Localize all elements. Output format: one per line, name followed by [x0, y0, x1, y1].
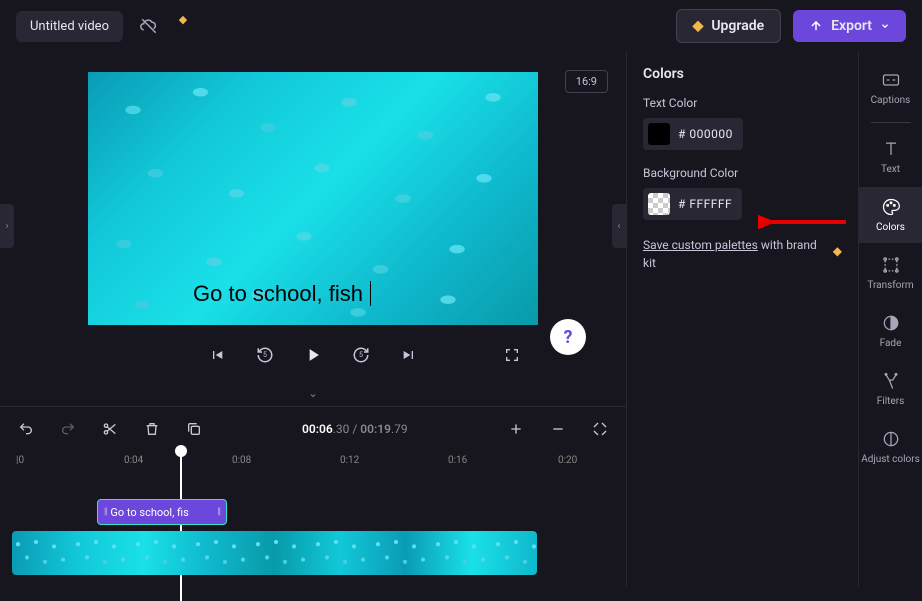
- right-panel-toggle[interactable]: ‹: [612, 204, 626, 248]
- text-color-label: Text Color: [643, 96, 842, 110]
- adjust-icon: [881, 429, 901, 449]
- forward-5-icon[interactable]: 5: [347, 341, 375, 369]
- play-button[interactable]: [299, 341, 327, 369]
- bg-color-value: # FFFFFF: [678, 197, 732, 211]
- rail-text[interactable]: Text: [859, 129, 922, 185]
- export-button[interactable]: Export: [793, 10, 906, 42]
- header-bar: Untitled video ◆ ◆ Upgrade Export: [0, 0, 922, 52]
- timeline-ruler[interactable]: |0 0:04 0:08 0:12 0:16 0:20: [12, 451, 626, 475]
- rail-colors[interactable]: Colors: [859, 187, 922, 243]
- collapse-preview-icon[interactable]: ⌄: [8, 387, 618, 400]
- properties-panel: Colors Text Color # 000000 Background Co…: [626, 52, 858, 586]
- delete-icon[interactable]: [138, 415, 166, 443]
- annotation-arrow: [758, 207, 848, 237]
- text-clip-label: Go to school, fis: [110, 506, 188, 519]
- redo-icon[interactable]: [54, 415, 82, 443]
- captions-icon: [881, 70, 901, 90]
- diamond-icon: ◆: [833, 242, 842, 260]
- split-icon[interactable]: [96, 415, 124, 443]
- project-title[interactable]: Untitled video: [16, 11, 123, 42]
- bg-color-picker[interactable]: # FFFFFF: [643, 188, 742, 220]
- text-color-value: # 000000: [678, 127, 733, 141]
- upload-icon: [809, 19, 823, 33]
- zoom-in-icon[interactable]: [502, 415, 530, 443]
- timecode-display: 00:06.30 / 00:19.79: [302, 422, 408, 436]
- color-swatch-black: [648, 123, 670, 145]
- text-color-picker[interactable]: # 000000: [643, 118, 743, 150]
- diamond-icon: ◆: [693, 18, 704, 34]
- zoom-out-icon[interactable]: [544, 415, 572, 443]
- preview-area: 16:9 › ‹ Go to school, fish 5: [0, 52, 626, 400]
- ruler-tick: 0:08: [232, 455, 251, 466]
- panel-title: Colors: [643, 66, 842, 82]
- color-swatch-transparent: [648, 193, 670, 215]
- ruler-tick: |0: [16, 455, 24, 466]
- text-clip[interactable]: || Go to school, fis ||: [97, 499, 227, 525]
- transform-icon: [881, 255, 901, 275]
- fit-icon[interactable]: [586, 415, 614, 443]
- aspect-ratio-button[interactable]: 16:9: [565, 70, 608, 93]
- fade-icon: [881, 313, 901, 333]
- text-overlay[interactable]: Go to school, fish: [193, 281, 371, 307]
- playhead[interactable]: [180, 451, 182, 601]
- rail-fade[interactable]: Fade: [859, 303, 922, 359]
- fullscreen-icon[interactable]: [498, 341, 526, 369]
- video-preview[interactable]: Go to school, fish: [88, 72, 538, 325]
- clip-grip-icon: ||: [218, 507, 220, 517]
- skip-start-icon[interactable]: [203, 341, 231, 369]
- upgrade-button[interactable]: ◆ Upgrade: [676, 9, 782, 43]
- rail-adjust-colors[interactable]: Adjust colors: [859, 419, 922, 475]
- rail-transform[interactable]: Transform: [859, 245, 922, 301]
- upgrade-label: Upgrade: [711, 18, 764, 34]
- chevron-down-icon: [880, 21, 890, 31]
- palette-icon: [881, 197, 901, 217]
- cloud-off-icon[interactable]: [135, 12, 163, 40]
- export-label: Export: [831, 18, 872, 34]
- timeline-tracks[interactable]: || Go to school, fis ||: [12, 475, 626, 501]
- video-clip[interactable]: [12, 531, 537, 575]
- skip-end-icon[interactable]: [395, 341, 423, 369]
- ruler-tick: 0:12: [340, 455, 359, 466]
- undo-icon[interactable]: [12, 415, 40, 443]
- help-button[interactable]: ?: [550, 319, 586, 355]
- left-panel-toggle[interactable]: ›: [0, 204, 14, 248]
- premium-diamond-icon: ◆: [169, 5, 197, 33]
- duplicate-icon[interactable]: [180, 415, 208, 443]
- save-palettes-link[interactable]: Save custom palettes with brand kit ◆: [643, 236, 842, 272]
- rail-captions[interactable]: Captions: [859, 60, 922, 116]
- ruler-tick: 0:16: [448, 455, 467, 466]
- timeline-toolbar: 00:06.30 / 00:19.79: [0, 406, 626, 451]
- playback-controls: 5 5 ?: [8, 325, 618, 385]
- rail-filters[interactable]: Filters: [859, 361, 922, 417]
- right-rail: Captions Text Colors Transform Fade Filt…: [858, 52, 922, 586]
- clip-grip-icon: ||: [104, 507, 106, 517]
- ruler-tick: 0:04: [124, 455, 143, 466]
- ruler-tick: 0:20: [558, 455, 577, 466]
- rewind-5-icon[interactable]: 5: [251, 341, 279, 369]
- bg-color-label: Background Color: [643, 166, 842, 180]
- text-icon: [881, 139, 901, 159]
- filters-icon: [881, 371, 901, 391]
